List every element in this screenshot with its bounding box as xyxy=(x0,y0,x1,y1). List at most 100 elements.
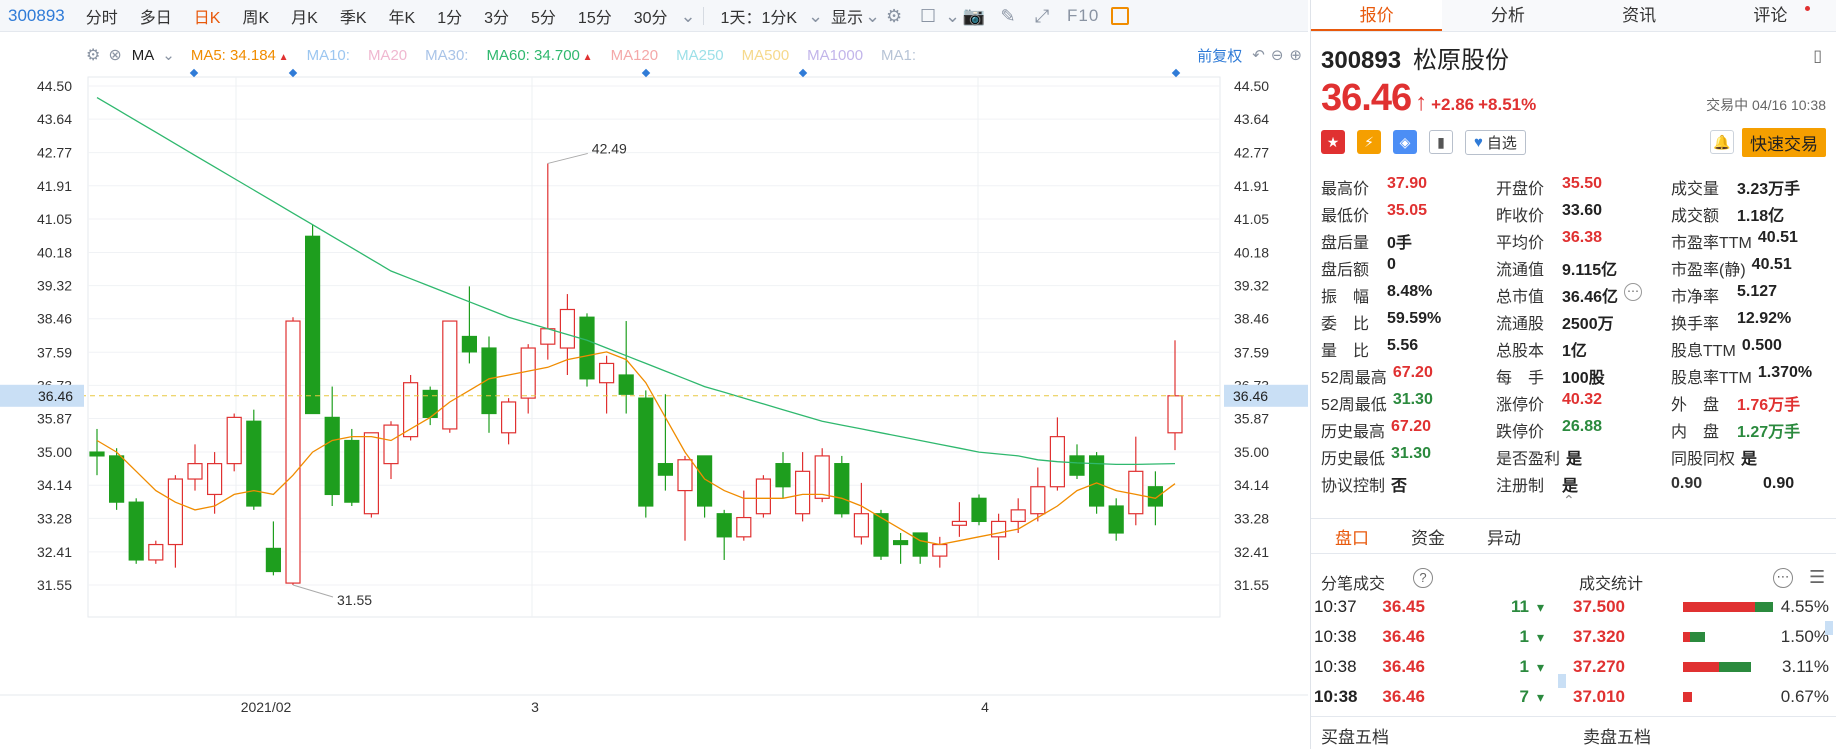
panel-tab[interactable]: 分析 xyxy=(1442,0,1573,31)
candle-body[interactable] xyxy=(677,459,693,492)
candle-body[interactable] xyxy=(442,320,458,430)
camera-icon[interactable]: 📷 xyxy=(961,5,987,27)
candle-body[interactable] xyxy=(383,424,399,465)
fullscreen-icon[interactable]: ⤢ xyxy=(1029,5,1055,27)
candle-body[interactable] xyxy=(892,540,909,546)
candle-body[interactable] xyxy=(1128,470,1144,515)
lightning-icon[interactable]: ⚡ xyxy=(1357,130,1381,154)
panel-tab[interactable]: 评论 xyxy=(1705,0,1836,31)
chevron-down-icon[interactable]: ⌄ xyxy=(865,5,880,27)
sub-tab[interactable]: 资金 xyxy=(1411,524,1445,549)
candle-body[interactable] xyxy=(187,463,203,480)
candle-body[interactable] xyxy=(1167,395,1183,434)
chevron-down-icon[interactable]: ⌄ xyxy=(681,5,696,27)
candle-body[interactable] xyxy=(285,320,301,584)
candle-body[interactable] xyxy=(853,513,870,538)
panel-toggle-icon[interactable] xyxy=(1111,6,1130,25)
chevron-down-icon[interactable]: ⌄ xyxy=(945,5,960,27)
candle-body[interactable] xyxy=(1108,505,1124,534)
event-marker-icon[interactable] xyxy=(189,68,199,78)
bell-icon[interactable]: 🔔 xyxy=(1710,130,1734,154)
candle-body[interactable] xyxy=(265,547,281,573)
period-tab[interactable]: 季K xyxy=(329,4,378,28)
sub-tab[interactable]: 盘口 xyxy=(1335,524,1369,549)
panel-tab[interactable]: 资讯 xyxy=(1574,0,1705,31)
collapse-panel-icon[interactable]: ▯ xyxy=(1813,46,1822,66)
range-selector[interactable]: 1天：1分K xyxy=(710,4,808,28)
candle-body[interactable] xyxy=(638,397,654,507)
candle-body[interactable] xyxy=(579,316,595,380)
event-marker-icon[interactable] xyxy=(641,68,651,78)
candle-body[interactable] xyxy=(226,416,242,465)
panel-tab[interactable]: 报价 xyxy=(1311,0,1443,31)
candle-body[interactable] xyxy=(932,543,948,557)
candle-body[interactable] xyxy=(716,513,732,538)
sell-five-tab[interactable]: 卖盘五档 xyxy=(1583,723,1651,748)
scrollbar[interactable] xyxy=(1558,674,1566,688)
candle-body[interactable] xyxy=(461,335,477,353)
candle-body[interactable] xyxy=(108,455,125,503)
candle-body[interactable] xyxy=(834,463,850,515)
candle-body[interactable] xyxy=(540,328,556,345)
more-options-icon[interactable]: ⋯ xyxy=(1773,568,1793,588)
chevron-down-icon[interactable]: ⌄ xyxy=(808,5,823,27)
candle-body[interactable] xyxy=(305,235,321,415)
quick-trade-button[interactable]: 快速交易 xyxy=(1742,127,1826,157)
candle-body[interactable] xyxy=(618,374,634,395)
candle-body[interactable] xyxy=(207,463,223,496)
event-marker-icon[interactable] xyxy=(1171,68,1181,78)
stock-code-link[interactable]: 300893 xyxy=(0,6,75,26)
more-icon[interactable]: ⋯ xyxy=(1624,282,1643,301)
sub-tab[interactable]: 异动 xyxy=(1487,524,1521,549)
candle-body[interactable] xyxy=(971,497,987,523)
candle-body[interactable] xyxy=(794,470,811,515)
bookmark-icon[interactable]: ▮ xyxy=(1429,130,1453,154)
tag-icon[interactable]: ◈ xyxy=(1393,130,1417,154)
period-tab[interactable]: 周K xyxy=(231,4,280,28)
period-tab[interactable]: 1分 xyxy=(426,4,473,28)
event-marker-icon[interactable] xyxy=(288,68,298,78)
candle-body[interactable] xyxy=(246,420,262,507)
candle-body[interactable] xyxy=(1147,486,1164,507)
candle-body[interactable] xyxy=(559,308,576,349)
candle-body[interactable] xyxy=(1010,509,1026,523)
scrollbar[interactable] xyxy=(1825,621,1833,635)
settings-gear-icon[interactable]: ⚙ xyxy=(881,5,907,27)
candle-body[interactable] xyxy=(814,455,830,499)
candle-body[interactable] xyxy=(363,432,379,515)
candle-body[interactable] xyxy=(344,439,360,503)
period-tab[interactable]: 30分 xyxy=(623,4,679,28)
candle-body[interactable] xyxy=(481,347,497,415)
period-tab[interactable]: 多日 xyxy=(129,4,183,28)
candle-body[interactable] xyxy=(89,451,105,457)
event-marker-icon[interactable] xyxy=(798,68,808,78)
candle-body[interactable] xyxy=(775,463,791,488)
candle-body[interactable] xyxy=(324,416,340,496)
add-favorite-button[interactable]: ♥ 自选 xyxy=(1465,129,1526,155)
period-tab[interactable]: 分时 xyxy=(75,4,129,28)
candle-body[interactable] xyxy=(167,478,183,546)
candle-body[interactable] xyxy=(755,478,772,515)
help-icon[interactable]: ? xyxy=(1413,568,1433,588)
candle-body[interactable] xyxy=(912,532,928,557)
buy-five-tab[interactable]: 买盘五档 xyxy=(1321,723,1389,748)
candle-body[interactable] xyxy=(128,501,144,561)
period-tab[interactable]: 5分 xyxy=(520,4,567,28)
list-view-icon[interactable]: ☰ xyxy=(1809,567,1825,588)
display-menu[interactable]: 显示 xyxy=(820,4,865,28)
candle-body[interactable] xyxy=(736,516,752,538)
period-tab[interactable]: 3分 xyxy=(473,4,520,28)
candle-body[interactable] xyxy=(951,520,968,526)
square-toggle-icon[interactable]: ☐ xyxy=(915,5,941,27)
period-tab[interactable]: 日K xyxy=(183,4,232,28)
period-tab[interactable]: 月K xyxy=(280,4,329,28)
candle-body[interactable] xyxy=(520,347,536,399)
candle-body[interactable] xyxy=(1069,455,1085,476)
period-tab[interactable]: 15分 xyxy=(567,4,623,28)
candle-body[interactable] xyxy=(657,463,674,476)
collapse-chevron-icon[interactable]: ⌃ xyxy=(1563,492,1575,509)
kline-svg[interactable]: 44.50 44.50 43.64 43.64 42.77 42.77 41.91 41.91… xyxy=(0,32,1308,749)
china-flag-icon[interactable]: ★ xyxy=(1321,130,1345,154)
candle-body[interactable] xyxy=(696,455,713,507)
candle-body[interactable] xyxy=(501,401,517,434)
